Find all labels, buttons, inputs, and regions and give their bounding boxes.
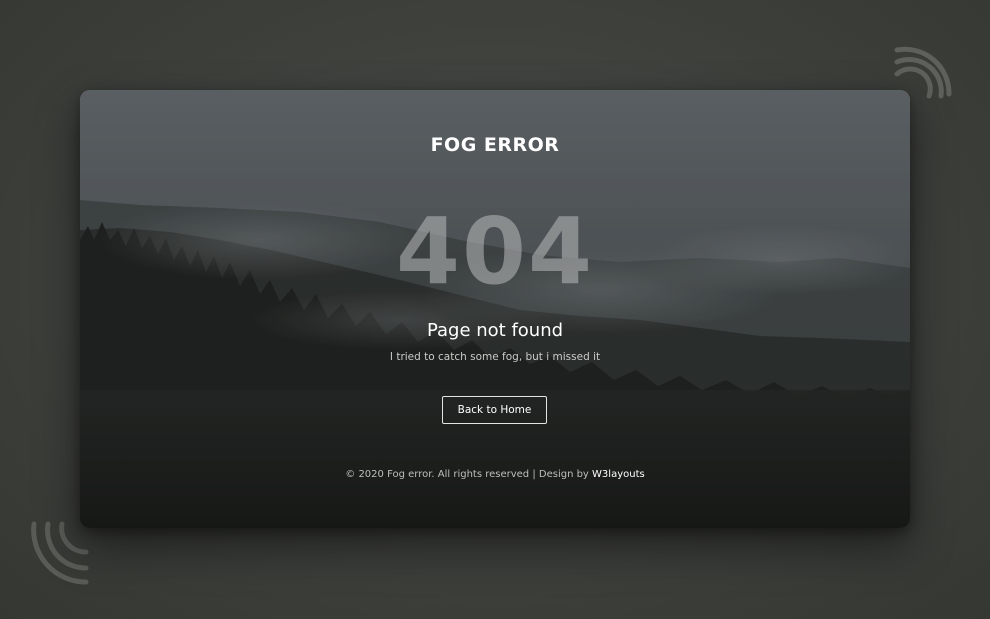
error-message: I tried to catch some fog, but i missed … xyxy=(389,351,601,363)
error-card: FOG ERROR 404 Page not found I tried to … xyxy=(80,90,910,528)
back-to-home-button[interactable]: Back to Home xyxy=(442,396,547,424)
error-code: 404 xyxy=(395,198,595,305)
footer-designer-link[interactable]: W3layouts xyxy=(592,469,645,480)
footer-copyright: © 2020 Fog error. All rights reserved | … xyxy=(345,469,593,480)
corner-arc-icon xyxy=(22,520,89,585)
site-title: FOG ERROR xyxy=(430,134,560,156)
error-title: Page not found xyxy=(426,320,564,341)
error-content: FOG ERROR 404 Page not found I tried to … xyxy=(80,90,910,528)
footer: © 2020 Fog error. All rights reserved | … xyxy=(80,469,910,480)
